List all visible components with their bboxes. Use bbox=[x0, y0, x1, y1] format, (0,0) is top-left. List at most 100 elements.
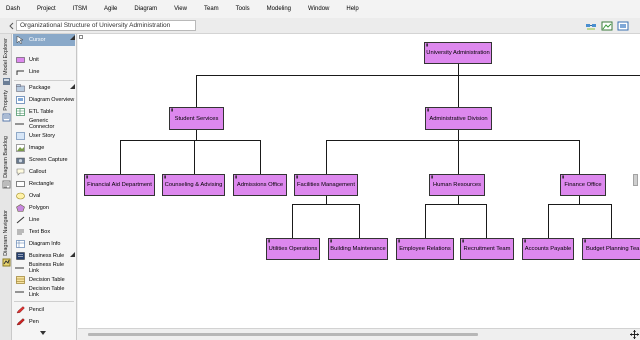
palette-business-rule-link[interactable]: Business Rule Link bbox=[13, 262, 75, 274]
diagonal-line-icon bbox=[15, 216, 25, 225]
menu-window[interactable]: Window bbox=[308, 6, 329, 12]
menu-tools[interactable]: Tools bbox=[236, 6, 250, 12]
connector-line bbox=[196, 75, 640, 76]
tab-property[interactable]: Property bbox=[0, 90, 12, 122]
diagram-layout-icon[interactable] bbox=[584, 20, 597, 32]
decision-table-icon bbox=[15, 276, 25, 285]
palette-oval[interactable]: Oval bbox=[13, 190, 75, 202]
pen-icon bbox=[15, 318, 25, 327]
menu-diagram[interactable]: Diagram bbox=[134, 6, 157, 12]
palette-diagram-overview[interactable]: Diagram Overview bbox=[13, 94, 75, 106]
unit-counseling-advising[interactable]: ▮ Counseling & Advising bbox=[162, 174, 225, 196]
vertical-scrollbar-thumb[interactable] bbox=[633, 174, 638, 186]
oval-icon bbox=[15, 192, 25, 201]
expand-triangle-icon[interactable] bbox=[70, 84, 75, 89]
menu-agile[interactable]: Agile bbox=[104, 6, 117, 12]
menu-dash[interactable]: Dash bbox=[6, 6, 20, 12]
text-box-icon bbox=[15, 228, 25, 237]
unit-human-resources[interactable]: ▮ Human Resources bbox=[429, 174, 485, 196]
tab-model-explorer[interactable]: Model Explorer bbox=[0, 38, 12, 86]
menu-help[interactable]: Help bbox=[346, 6, 358, 12]
menu-view[interactable]: View bbox=[174, 6, 187, 12]
palette-decision-table-link[interactable]: Decision Table Link bbox=[13, 286, 75, 298]
unit-admissions-office[interactable]: ▮ Admissions Office bbox=[233, 174, 287, 196]
layers-icon[interactable] bbox=[616, 20, 629, 32]
package-icon bbox=[15, 84, 25, 93]
palette-diagram-info[interactable]: Diagram Info bbox=[13, 238, 75, 250]
unit-student-services[interactable]: ▮ Student Services bbox=[169, 107, 224, 130]
connector-line bbox=[458, 130, 459, 140]
unit-university-administration[interactable]: ▮ University Administration bbox=[424, 42, 492, 64]
palette-user-story[interactable]: User Story bbox=[13, 130, 75, 142]
palette-business-rule[interactable]: Business Rule bbox=[13, 250, 75, 262]
callout-icon bbox=[15, 168, 25, 177]
connector-line bbox=[120, 140, 260, 141]
unit-flag-icon: ▮ bbox=[427, 107, 430, 112]
property-icon bbox=[2, 113, 10, 122]
palette-pencil[interactable]: Pencil bbox=[13, 304, 75, 316]
palette-callout[interactable]: Callout bbox=[13, 166, 75, 178]
unit-flag-icon: ▮ bbox=[296, 174, 299, 179]
palette-package[interactable]: Package bbox=[13, 82, 75, 94]
unit-employee-relations[interactable]: ▮ Employee Relations bbox=[396, 238, 454, 260]
palette-generic-connector[interactable]: Generic Connector bbox=[13, 118, 75, 130]
palette-cursor[interactable]: Cursor bbox=[13, 34, 75, 46]
scroll-down-arrow-icon[interactable] bbox=[40, 331, 46, 336]
unit-flag-icon: ▮ bbox=[431, 174, 434, 179]
diagram-palette: Cursor Unit Line Package Diagram Overvie… bbox=[12, 34, 77, 340]
palette-separator bbox=[14, 301, 74, 302]
connector-line bbox=[326, 140, 579, 141]
menu-team[interactable]: Team bbox=[204, 6, 219, 12]
unit-utilities-operations[interactable]: ▮ Utilities Operations bbox=[266, 238, 320, 260]
palette-rectangle[interactable]: Rectangle bbox=[13, 178, 75, 190]
polygon-icon bbox=[15, 204, 25, 213]
palette-etl-table[interactable]: ETL Table bbox=[13, 106, 75, 118]
connector-line bbox=[579, 140, 580, 174]
diagram-title[interactable]: Organizational Structure of University A… bbox=[16, 20, 196, 31]
unit-administrative-division[interactable]: ▮ Administrative Division bbox=[425, 107, 492, 130]
connector-line bbox=[326, 140, 327, 174]
backlog-icon bbox=[2, 180, 10, 189]
connector-line bbox=[194, 140, 195, 174]
diagram-canvas[interactable]: ▮ University Administration ▮ Student Se… bbox=[78, 34, 640, 328]
unit-icon bbox=[15, 56, 25, 65]
unit-accounts-payable[interactable]: ▮ Accounts Payable bbox=[522, 238, 574, 260]
collapse-triangle-icon[interactable] bbox=[70, 35, 75, 40]
palette-polygon[interactable]: Polygon bbox=[13, 202, 75, 214]
unit-flag-icon: ▮ bbox=[330, 238, 333, 243]
tab-diagram-navigator[interactable]: Diagram Navigator bbox=[0, 210, 12, 267]
tab-diagram-backlog[interactable]: Diagram Backlog bbox=[0, 136, 12, 189]
move-cross-icon[interactable] bbox=[630, 330, 639, 339]
cursor-icon bbox=[15, 36, 25, 45]
unit-financial-aid-department[interactable]: ▮ Financial Aid Department bbox=[84, 174, 155, 196]
palette-screen-capture[interactable]: Screen Capture bbox=[13, 154, 75, 166]
palette-line[interactable]: Line bbox=[13, 66, 75, 78]
connector-line bbox=[425, 204, 426, 238]
horizontal-scrollbar[interactable] bbox=[78, 328, 640, 340]
horizontal-scrollbar-thumb[interactable] bbox=[88, 333, 478, 336]
palette-line-shape[interactable]: Line bbox=[13, 214, 75, 226]
menu-modeling[interactable]: Modeling bbox=[267, 6, 291, 12]
unit-budget-planning-team[interactable]: ▮ Budget Planning Tea bbox=[582, 238, 640, 260]
menu-itsm[interactable]: ITSM bbox=[73, 6, 87, 12]
connector-line bbox=[425, 204, 486, 205]
export-image-icon[interactable] bbox=[600, 20, 613, 32]
unit-building-maintenance[interactable]: ▮ Building Maintenance bbox=[328, 238, 388, 260]
palette-pen[interactable]: Pen bbox=[13, 316, 75, 328]
unit-finance-office[interactable]: ▮ Finance Office bbox=[560, 174, 606, 196]
connector-line bbox=[458, 196, 459, 204]
palette-text-box[interactable]: Text Box bbox=[13, 226, 75, 238]
unit-recruitment-team[interactable]: ▮ Recruitment Team bbox=[460, 238, 514, 260]
connector-line bbox=[196, 130, 197, 140]
expand-triangle-icon[interactable] bbox=[70, 252, 75, 257]
menu-project[interactable]: Project bbox=[37, 6, 56, 12]
palette-unit[interactable]: Unit bbox=[13, 54, 75, 66]
connector-line bbox=[260, 140, 261, 174]
link-line-icon bbox=[15, 288, 25, 297]
unit-facilities-management[interactable]: ▮ Facilities Management bbox=[294, 174, 358, 196]
palette-image[interactable]: Image bbox=[13, 142, 75, 154]
camera-icon bbox=[15, 156, 25, 165]
canvas-origin-marker bbox=[79, 35, 83, 39]
palette-decision-table[interactable]: Decision Table bbox=[13, 274, 75, 286]
unit-flag-icon: ▮ bbox=[164, 174, 167, 179]
